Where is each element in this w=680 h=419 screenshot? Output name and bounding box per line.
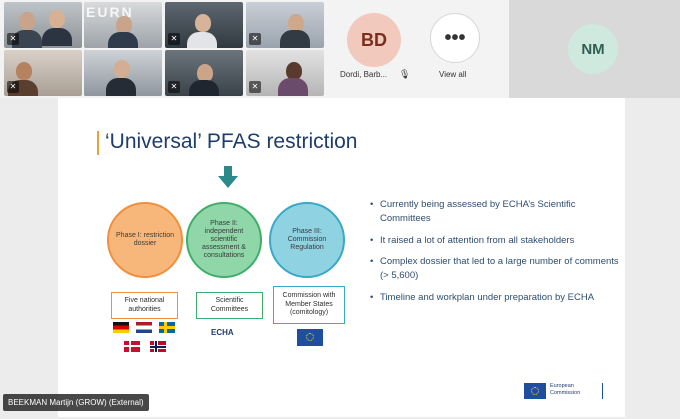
bullet-item: • Timeline and workplan under preparation… xyxy=(370,291,595,303)
actor-label: Commission with Member States (comitolog… xyxy=(282,292,336,317)
muted-mic-icon: ✕ xyxy=(7,81,19,93)
germany-flag-icon xyxy=(113,322,129,333)
phase-2-circle: Phase II: independent scientific assessm… xyxy=(186,202,262,278)
ec-logo-line1: European xyxy=(550,383,574,389)
avatar-nm[interactable]: NM xyxy=(568,24,618,74)
muted-mic-icon: ✕ xyxy=(249,81,261,93)
phase-1-label: Phase I: restriction dossier xyxy=(116,231,174,247)
phase-1-circle: Phase I: restriction dossier xyxy=(107,202,183,278)
slide-title: ‘Universal’ PFAS restriction xyxy=(105,130,358,153)
denmark-flag-icon xyxy=(124,341,140,352)
bullet-text: It raised a lot of attention from all st… xyxy=(380,234,575,246)
muted-mic-icon: ✕ xyxy=(168,33,180,45)
muted-mic-icon: ✕ xyxy=(249,33,261,45)
netherlands-flag-icon xyxy=(136,322,152,333)
participant-tile[interactable]: ✕ xyxy=(165,2,243,48)
view-all-button[interactable]: ••• xyxy=(430,13,480,63)
avatar-bd[interactable]: BD xyxy=(347,13,401,67)
participant-tile[interactable]: ✕ xyxy=(4,2,82,48)
arrow-down-icon xyxy=(218,166,238,188)
muted-mic-icon: ✕ xyxy=(7,33,19,45)
bullet-item: • Complex dossier that led to a large num… xyxy=(370,256,619,282)
phase-3-label: Phase III: Commission Regulation xyxy=(287,227,327,252)
bullet-item: • It raised a lot of attention from all s… xyxy=(370,234,575,246)
title-accent-bar xyxy=(97,131,99,155)
bullet-list: • Currently being assessed by ECHA’s Scie… xyxy=(370,198,620,313)
muted-mic-icon: 🎙 xyxy=(399,69,411,79)
participant-tile[interactable]: ✕ xyxy=(165,50,243,96)
speaker-name-tag: BEEKMAN Martijn (GROW) (External) xyxy=(3,394,149,411)
actor-label: Five national authorities xyxy=(124,297,165,313)
bullet-text: Currently being assessed by ECHA’s Scien… xyxy=(380,199,576,224)
muted-mic-icon: ✕ xyxy=(168,81,180,93)
actor-box-commission: Commission with Member States (comitolog… xyxy=(273,286,345,324)
actor-box-scientific-committees: Scientific Committees xyxy=(196,292,263,319)
ec-logo-line2: Commission xyxy=(550,389,581,396)
participant-gallery: ✕ EURN ✕ ✕ ✕ ✕ ✕ BD Dordi, Barb... 🎙 •••… xyxy=(0,0,680,98)
participant-tile[interactable]: ✕ xyxy=(4,50,82,96)
actor-label: Scientific Committees xyxy=(210,297,249,313)
actor-box-national-authorities: Five national authorities xyxy=(111,292,178,319)
participant-tile-active-speaker[interactable] xyxy=(84,50,162,96)
bullet-item: • Currently being assessed by ECHA’s Scie… xyxy=(370,198,620,226)
sweden-flag-icon xyxy=(159,322,175,333)
participant-tile[interactable]: EURN xyxy=(84,2,162,48)
phase-2-label: Phase II: independent scientific assessm… xyxy=(202,219,246,260)
view-all-label: View all xyxy=(439,70,467,79)
eu-flag-icon xyxy=(297,329,323,346)
phase-3-circle: Phase III: Commission Regulation xyxy=(269,202,345,278)
bullet-text: Complex dossier that led to a large numb… xyxy=(380,256,619,282)
european-commission-logo: European Commission xyxy=(524,383,604,401)
echa-logo: ECHA xyxy=(211,328,234,337)
participant-tile[interactable]: ✕ xyxy=(246,50,324,96)
shared-slide: ‘Universal’ PFAS restriction Phase I: re… xyxy=(58,98,625,417)
norway-flag-icon xyxy=(150,341,166,352)
participant-name-bd: Dordi, Barb... xyxy=(340,70,388,79)
bullet-text: Timeline and workplan under preparation … xyxy=(380,291,595,303)
participant-tile[interactable]: ✕ xyxy=(246,2,324,48)
